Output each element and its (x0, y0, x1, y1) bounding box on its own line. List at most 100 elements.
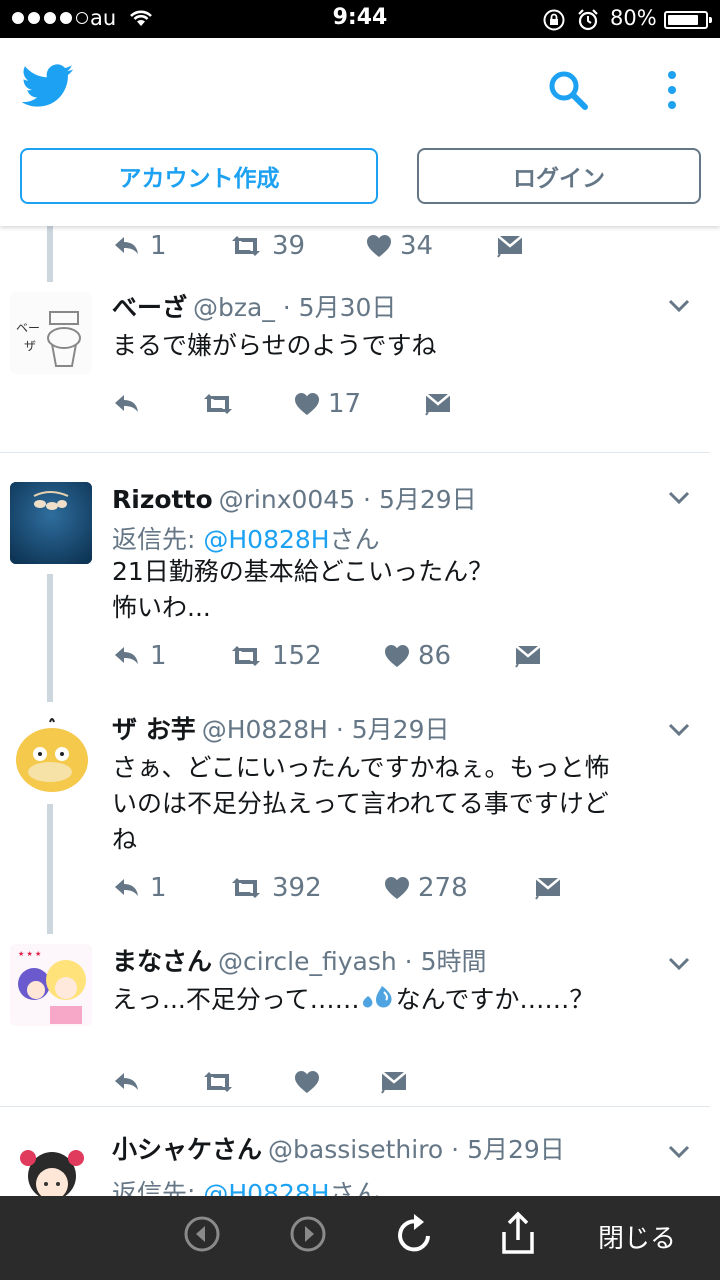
heart-icon (294, 1070, 320, 1094)
retweet-action[interactable]: 152 (228, 636, 322, 676)
tweet-text-line: 21日勤務の基本給どこいったん？ (112, 557, 494, 586)
share-icon[interactable] (498, 1210, 538, 1262)
chevron-down-icon[interactable] (668, 722, 690, 741)
display-name[interactable]: ザ お芋 (112, 715, 196, 744)
reply-count: 1 (150, 641, 167, 671)
battery-icon (664, 11, 712, 29)
more-options-icon[interactable] (664, 70, 680, 114)
tweet-text-part: えっ...不足分って…… (112, 985, 360, 1014)
tweet-text: まるで嫌がらせのようですね (112, 331, 437, 360)
direct-message-action[interactable] (496, 226, 524, 266)
retweet-icon (228, 644, 264, 668)
tweet-header: まなさん @circle_fiyash · 5時間 (112, 942, 487, 978)
reply-icon (112, 876, 142, 900)
browser-toolbar: 閉じる (0, 1196, 720, 1280)
tweet-meta: @rinx0045 · 5月29日 (218, 485, 477, 514)
login-button[interactable]: ログイン (417, 148, 701, 204)
reply-to-suffix: さん (329, 525, 380, 554)
reply-action[interactable] (112, 1062, 142, 1102)
divider (0, 452, 710, 453)
like-count: 278 (418, 873, 468, 903)
tweet-text: さぁ、どこにいったんですかねぇ。もっと怖 いのは不足分払えって言われてる事ですけ… (112, 750, 702, 858)
alarm-icon (576, 8, 600, 36)
signup-button[interactable]: アカウント作成 (20, 148, 378, 204)
tweet[interactable]: 小シャケさん @bassisethiro · 5月29日 返信先: @H0828H… (0, 1130, 720, 1196)
battery-percent: 80% (610, 6, 657, 30)
display-name[interactable]: Rizotto (112, 485, 213, 514)
avatar[interactable]: ★ ★ ★ (10, 944, 92, 1026)
like-action[interactable]: 86 (384, 636, 451, 676)
retweet-action[interactable]: 392 (228, 868, 322, 908)
tweet-text-line: 怖いわ... (112, 593, 211, 622)
retweet-action[interactable]: 39 (228, 226, 305, 266)
tweet-actions: 17 (0, 384, 720, 424)
tweet[interactable]: ベーザ べーざ @bza_ · 5月30日 まるで嫌がらせのようですね 17 (0, 286, 720, 452)
heart-icon (384, 644, 410, 668)
reply-action[interactable]: 1 (112, 636, 167, 676)
direct-message-action[interactable] (424, 384, 452, 424)
heart-icon (294, 392, 320, 416)
svg-text:ベー: ベー (16, 321, 40, 335)
avatar[interactable] (10, 712, 92, 794)
forward-icon[interactable] (288, 1214, 328, 1258)
tweet-actions: 1 392 278 (0, 868, 720, 908)
tweet-actions: 1 39 34 (0, 226, 720, 266)
rotation-lock-icon (542, 8, 566, 36)
reply-icon (112, 392, 142, 416)
direct-message-action[interactable] (534, 868, 562, 908)
avatar[interactable] (10, 1136, 92, 1196)
reply-action[interactable]: 1 (112, 868, 167, 908)
app-header: アカウント作成 ログイン (0, 38, 720, 226)
tweet[interactable]: Rizotto @rinx0045 · 5月29日 返信先: @H0828Hさん … (0, 478, 720, 708)
tweet-text: えっ...不足分って…… なんですか……？ (112, 982, 702, 1018)
twitter-bird-icon[interactable] (21, 64, 74, 112)
status-bar: au 9:44 80% (0, 0, 720, 38)
avatar[interactable] (10, 482, 92, 564)
chevron-down-icon[interactable] (668, 490, 690, 509)
tweet-actions (0, 1062, 720, 1102)
reply-action[interactable]: 1 (112, 226, 167, 266)
reload-icon[interactable] (392, 1210, 436, 1262)
display-name[interactable]: 小シャケさん (112, 1135, 262, 1164)
tweet[interactable]: ザ お芋 @H0828H · 5月29日 さぁ、どこにいったんですかねぇ。もっと怖… (0, 710, 720, 940)
like-action[interactable]: 34 (366, 226, 433, 266)
retweet-action[interactable] (200, 384, 236, 424)
direct-message-icon (496, 234, 524, 258)
display-name[interactable]: まなさん (112, 947, 212, 976)
reply-to: 返信先: @H0828Hさん (112, 520, 380, 556)
reply-count: 1 (150, 873, 167, 903)
heart-icon (384, 876, 410, 900)
heart-icon (366, 234, 392, 258)
retweet-count: 39 (272, 231, 306, 261)
avatar[interactable]: ベーザ (10, 292, 92, 374)
chevron-down-icon[interactable] (668, 298, 690, 317)
chevron-down-icon[interactable] (668, 956, 690, 975)
retweet-icon (228, 234, 264, 258)
display-name[interactable]: べーざ (112, 293, 187, 322)
tweet-feed[interactable]: 1 39 34 ベーザ べーざ @bza_ · 5月30日 まるで嫌がらせのようで… (0, 226, 720, 1196)
search-icon[interactable] (546, 68, 590, 116)
tweet-text-line: ね (112, 825, 138, 854)
tweet-header: ザ お芋 @H0828H · 5月29日 (112, 710, 450, 746)
chevron-down-icon[interactable] (668, 1144, 690, 1163)
like-action[interactable]: 17 (294, 384, 361, 424)
reply-action[interactable] (112, 384, 142, 424)
reply-to-handle[interactable]: @H0828H (203, 1179, 329, 1196)
direct-message-icon (380, 1070, 408, 1094)
back-icon[interactable] (182, 1214, 222, 1258)
svg-text:★ ★ ★: ★ ★ ★ (18, 950, 41, 958)
reply-to-handle[interactable]: @H0828H (203, 525, 329, 554)
close-button[interactable]: 閉じる (598, 1218, 676, 1255)
like-action[interactable]: 278 (384, 868, 468, 908)
direct-message-action[interactable] (380, 1062, 408, 1102)
tweet[interactable]: ★ ★ ★ まなさん @circle_fiyash · 5時間 えっ...不足分っ… (0, 942, 720, 1106)
direct-message-action[interactable] (514, 636, 542, 676)
tweet-header: 小シャケさん @bassisethiro · 5月29日 (112, 1130, 565, 1166)
tweet-header: Rizotto @rinx0045 · 5月29日 (112, 480, 477, 516)
like-action[interactable] (294, 1062, 320, 1102)
tweet-text-part: なんですか……？ (395, 985, 595, 1014)
svg-text:ザ: ザ (24, 339, 36, 353)
reply-to: 返信先: @H0828Hさん (112, 1174, 380, 1196)
retweet-action[interactable] (200, 1062, 236, 1102)
tweet-meta: @bza_ · 5月30日 (193, 293, 397, 322)
